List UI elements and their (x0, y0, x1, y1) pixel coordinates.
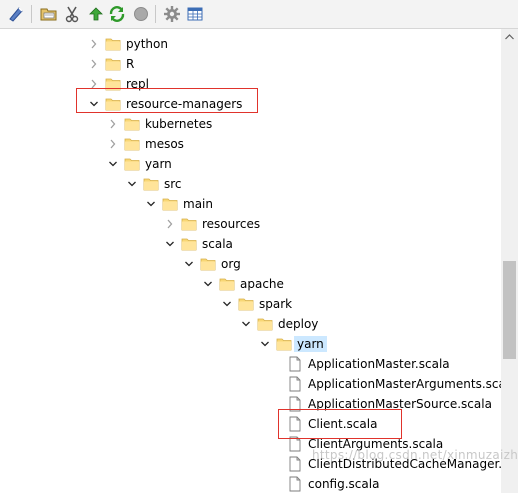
tree-item-label: python (126, 37, 168, 51)
folder-icon (124, 118, 140, 131)
gear-icon (164, 6, 180, 22)
folder-icon (105, 38, 121, 51)
tree-item-label: yarn (294, 336, 327, 352)
folder-icon (124, 138, 140, 151)
toolbar-separator (31, 5, 32, 23)
toolbar-separator (155, 5, 156, 23)
tree-item-label: R (126, 57, 135, 71)
tree-folder-org[interactable]: org (0, 254, 501, 274)
tree-item-label: org (221, 257, 241, 271)
highlight-box-client-scala (278, 409, 402, 439)
file-icon (289, 476, 301, 492)
tree-item-label: ApplicationMasterArguments.scala (308, 377, 501, 391)
folder-icon (257, 318, 273, 331)
chevron-right-icon[interactable] (108, 118, 118, 130)
tree-item-label: config.scala (308, 477, 380, 491)
chevron-down-icon[interactable] (203, 278, 213, 290)
chevron-down-icon[interactable] (108, 158, 118, 170)
plugin-icon (9, 7, 23, 22)
tree-folder-python[interactable]: python (0, 34, 501, 54)
chevron-up-icon (505, 34, 514, 40)
chevron-down-icon[interactable] (260, 338, 270, 350)
toolbar (0, 0, 518, 29)
refresh-button[interactable] (107, 4, 127, 24)
tree-item-label: kubernetes (145, 117, 213, 131)
tree-item-label: mesos (145, 137, 184, 151)
tree-item-label: deploy (278, 317, 319, 331)
scroll-up-button[interactable] (501, 29, 518, 46)
tree-folder-deploy[interactable]: deploy (0, 314, 501, 334)
folder-icon (181, 238, 197, 251)
tree-file-applicationmastersource-scala[interactable]: ApplicationMasterSource.scala (0, 394, 501, 414)
tree-folder-yarn[interactable]: yarn (0, 334, 501, 354)
file-icon (289, 456, 301, 472)
remove-button[interactable] (62, 4, 82, 24)
stop-icon (134, 7, 148, 21)
arrow-up-icon (89, 7, 103, 21)
chevron-right-icon[interactable] (108, 138, 118, 150)
chevron-right-icon[interactable] (89, 58, 99, 70)
chevron-right-icon[interactable] (165, 218, 175, 230)
tree-folder-yarn[interactable]: yarn (0, 154, 501, 174)
tree-folder-scala[interactable]: scala (0, 234, 501, 254)
tree-item-label: main (183, 197, 213, 211)
tree-file-applicationmaster-scala[interactable]: ApplicationMaster.scala (0, 354, 501, 374)
tree-item-label: apache (240, 277, 284, 291)
tree-item-label: ApplicationMaster.scala (308, 357, 450, 371)
chevron-down-icon[interactable] (127, 178, 137, 190)
chevron-down-icon[interactable] (184, 258, 194, 270)
settings-button[interactable] (162, 4, 182, 24)
tree-folder-main[interactable]: main (0, 194, 501, 214)
sync-tool-button[interactable] (6, 4, 26, 24)
tree-item-label: resources (202, 217, 261, 231)
tree-folder-r[interactable]: R (0, 54, 501, 74)
folder-icon (238, 298, 254, 311)
folder-open-icon (40, 8, 57, 21)
tree-file-config-scala[interactable]: config.scala (0, 474, 501, 493)
refresh-icon (109, 6, 125, 22)
folder-icon (219, 278, 235, 291)
chevron-down-icon[interactable] (241, 318, 251, 330)
table-view-button[interactable] (185, 4, 205, 24)
tree-item-label: src (164, 177, 182, 191)
up-button[interactable] (86, 4, 106, 24)
stop-button[interactable] (131, 4, 151, 24)
chevron-right-icon[interactable] (89, 38, 99, 50)
file-icon (289, 356, 301, 372)
folder-icon (181, 218, 197, 231)
folder-icon (162, 198, 178, 211)
file-icon (289, 376, 301, 392)
chevron-down-icon[interactable] (146, 198, 156, 210)
watermark: https://blog.csdn.net/xinmuzaizhen (312, 448, 518, 462)
folder-icon (200, 258, 216, 271)
folder-icon (143, 178, 159, 191)
tree-folder-resources[interactable]: resources (0, 214, 501, 234)
tree-folder-src[interactable]: src (0, 174, 501, 194)
tree-folder-kubernetes[interactable]: kubernetes (0, 114, 501, 134)
tree-file-client-scala[interactable]: Client.scala (0, 414, 501, 434)
tree-item-label: scala (202, 237, 233, 251)
scrollbar-thumb[interactable] (503, 261, 516, 359)
open-project-button[interactable] (39, 4, 59, 24)
folder-icon (276, 338, 292, 351)
tree-folder-apache[interactable]: apache (0, 274, 501, 294)
chevron-down-icon[interactable] (165, 238, 175, 250)
tree-item-label: spark (259, 297, 293, 311)
vertical-scrollbar[interactable] (501, 29, 518, 493)
folder-icon (124, 158, 140, 171)
tree-item-label: yarn (145, 157, 172, 171)
tree-file-applicationmasterarguments-scala[interactable]: ApplicationMasterArguments.scala (0, 374, 501, 394)
chevron-down-icon[interactable] (222, 298, 232, 310)
tree-folder-mesos[interactable]: mesos (0, 134, 501, 154)
scissors-icon (65, 6, 79, 23)
folder-icon (105, 58, 121, 71)
tree-folder-spark[interactable]: spark (0, 294, 501, 314)
highlight-box-resource-managers (76, 88, 258, 113)
table-icon (187, 7, 203, 21)
